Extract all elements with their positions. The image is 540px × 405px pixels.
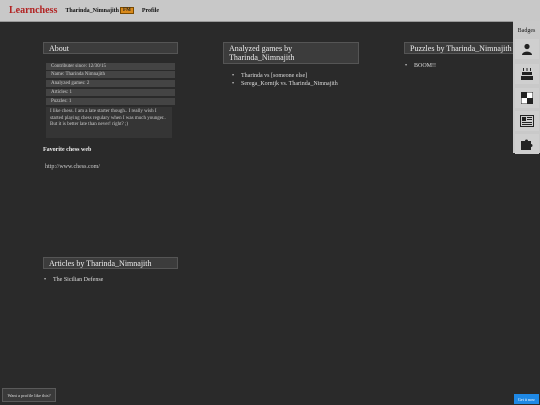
about-title: About — [43, 42, 178, 54]
sidebar-cake-button[interactable] — [515, 64, 539, 84]
articles-list: The Sicilian Defense — [42, 276, 103, 284]
analyzed-games-title: Analyzed games by Tharinda_Nimnajith — [223, 42, 359, 64]
want-profile-button[interactable]: Want a profile like this? — [2, 388, 56, 402]
puzzle-icon — [521, 139, 533, 150]
analyzed-title-line2: Tharinda_Nimnajith — [229, 53, 295, 62]
info-puzzles: Puzzles: 1 — [46, 98, 175, 105]
info-articles: Articles: 1 — [46, 89, 175, 96]
newspaper-icon — [520, 115, 534, 127]
analyzed-title-line1: Analyzed games by — [229, 44, 293, 53]
info-contributer-since: Contributer since: 12/30/15 — [46, 63, 175, 70]
site-logo[interactable]: Learnchess — [9, 5, 57, 16]
cake-icon — [521, 67, 533, 80]
sidebar-newspaper-button[interactable] — [515, 111, 539, 131]
favorite-web-label: Favorite chess web — [43, 147, 92, 153]
analyzed-games-list: Tharinda vs [someone else] Serega_Korntj… — [230, 72, 338, 88]
corner-action-button[interactable]: Get it now — [514, 394, 539, 404]
analyzed-game-link[interactable]: Tharinda vs [someone else] — [230, 72, 338, 80]
top-navigation-bar: Learnchess Tharinda_Nimnajith FM Profile — [0, 0, 540, 22]
badges-label: Badges — [517, 28, 536, 34]
sidebar-user-button[interactable] — [515, 39, 539, 59]
sidebar-chessboard-button[interactable] — [515, 88, 539, 108]
analyzed-game-link[interactable]: Serega_Korntjk vs. Tharinda_Nimnajith — [230, 80, 338, 88]
sidebar-puzzle-button[interactable] — [515, 134, 539, 154]
info-name: Name: Tharinda Nimnajith — [46, 71, 175, 78]
article-link[interactable]: The Sicilian Defense — [42, 276, 103, 284]
user-title-badge: FM — [120, 7, 134, 14]
favorite-web-link[interactable]: http://www.chess.com/ — [45, 164, 100, 170]
bio-text: I like chess. I am a late starter though… — [46, 107, 172, 138]
nav-username: Tharinda_Nimnajith — [65, 7, 120, 14]
chessboard-icon — [521, 92, 533, 104]
badges-sidebar: Badges — [513, 21, 540, 154]
puzzles-title: Puzzles by Tharinda_Nimnajith — [404, 42, 516, 54]
info-analyzed-games: Analyzed games: 2 — [46, 80, 175, 87]
articles-title: Articles by Tharinda_Nimnajith — [43, 257, 178, 269]
puzzle-link[interactable]: BOOM!! — [403, 62, 436, 70]
nav-user-link[interactable]: Tharinda_Nimnajith FM — [65, 7, 134, 14]
nav-profile-link[interactable]: Profile — [142, 8, 159, 14]
puzzles-list: BOOM!! — [403, 62, 436, 70]
user-icon — [522, 43, 532, 55]
